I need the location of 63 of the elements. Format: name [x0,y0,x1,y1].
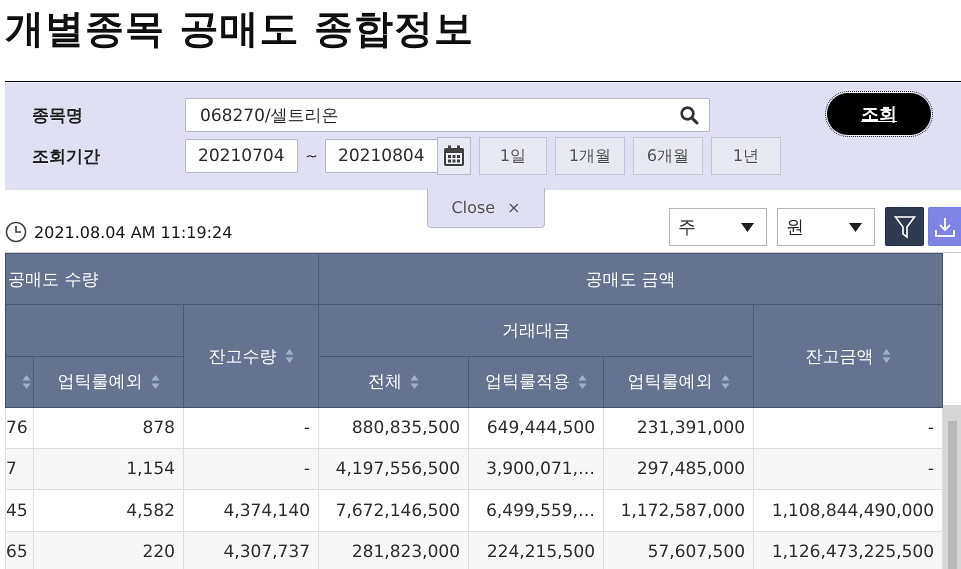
field-label: 조회기간 [32,146,101,168]
download-icon [934,216,956,238]
close-panel-tab[interactable]: Close × [427,188,545,228]
period-button[interactable]: 1년 [711,137,781,175]
group-header: 공매도 수량 [6,254,319,305]
table-cell: 65 [6,531,34,569]
table-cell: 7,672,146,500 [318,490,469,532]
range-separator: ~ [304,147,319,165]
clock-icon [5,221,27,243]
sort-icon[interactable] [284,348,294,364]
table-cell: 281,823,000 [318,531,469,569]
scrollbar[interactable] [943,405,961,569]
stock-search-field[interactable]: 068270/셀트리온 [185,98,710,132]
table-cell: 1,108,844,490,000 [754,490,943,532]
table-cell: 4,197,556,500 [318,448,469,490]
date-field[interactable]: 20210804 [325,139,438,173]
column-header[interactable]: 잔고수량 [184,304,319,408]
table-cell: 4,307,737 [184,531,319,569]
table-cell: - [184,448,319,490]
table-cell: - [754,448,943,490]
period-button[interactable]: 1일 [479,137,547,175]
date-field[interactable]: 20210704 [185,139,298,173]
calendar-icon [443,145,465,167]
table-cell: 4,374,140 [184,490,319,532]
sort-icon[interactable] [882,348,891,364]
period-button[interactable]: 1개월 [555,137,625,175]
field-label: 종목명 [32,104,84,126]
period-button[interactable]: 6개월 [633,137,703,175]
column-header[interactable]: 잔고금액 [754,304,943,408]
caret-icon [741,222,754,232]
calendar-button[interactable] [437,137,471,175]
table-cell: 220 [34,531,184,569]
group-header: 공매도 금액 [318,254,943,305]
column-header[interactable]: 업틱룰예외 [604,356,754,408]
table-cell: 224,215,500 [468,531,604,569]
unit-select[interactable]: 주 [669,208,767,246]
sort-icon[interactable] [150,374,160,390]
update-timestamp: 2021.08.04 AM 11:19:24 [34,222,232,242]
table-cell: 57,607,500 [604,531,754,569]
page-title: 개별종목 공매도 종합정보 [4,6,476,54]
sort-icon[interactable] [410,374,420,390]
table-cell: 45 [6,490,34,532]
table-cell: 1,126,473,225,500 [754,531,943,569]
sort-icon[interactable] [720,374,730,390]
search-icon[interactable] [680,106,699,124]
sort-icon[interactable] [578,374,588,390]
group-header: 거래대금 [318,304,754,356]
table-cell: 7 [6,448,34,490]
table-cell: 1,154 [34,448,184,490]
column-header[interactable]: 업틱룰적용 [468,356,604,408]
filter-icon [894,214,916,238]
caret-icon [849,222,862,232]
table-cell: 3,900,071,… [468,448,604,490]
table-cell: 6,499,559,… [468,490,604,532]
sort-icon[interactable] [22,374,31,390]
search-button[interactable]: 조회 [827,93,931,135]
table-cell: 4,582 [34,490,184,532]
table-cell: 1,172,587,000 [604,490,754,532]
filter-button[interactable] [885,207,924,246]
currency-select[interactable]: 원 [777,208,875,246]
column-header[interactable]: 전체 [318,356,469,408]
table-cell: 297,485,000 [604,448,754,490]
column-header[interactable]: 업틱룰예외 [34,356,184,408]
